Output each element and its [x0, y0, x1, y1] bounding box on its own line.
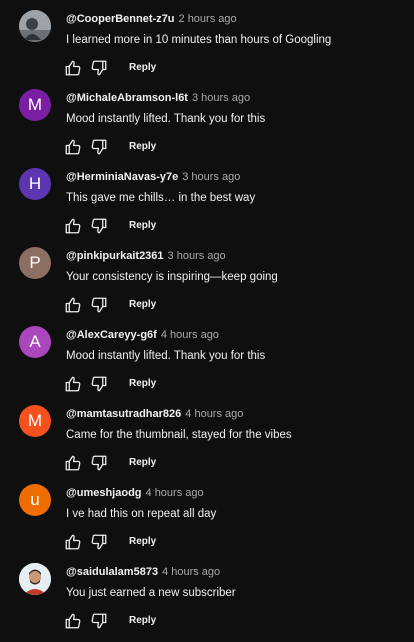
comment-time[interactable]: 3 hours ago	[182, 171, 240, 183]
comment-item: P @pinkipurkait2361 3 hours ago Your consis…	[0, 247, 414, 326]
reply-button[interactable]: Reply	[129, 457, 156, 468]
comment-item: H @HerminiaNavas-y7e 3 hours ago This gave …	[0, 168, 414, 247]
like-icon[interactable]	[62, 452, 84, 474]
comment-actions: Reply	[62, 452, 202, 474]
avatar-letter: M	[27, 411, 43, 430]
comment-meta: @MichaleAbramson-l6t 3 hours ago	[66, 91, 250, 105]
avatar-letter: H	[28, 174, 42, 193]
avatar-letter: u	[30, 490, 40, 509]
comment-time[interactable]: 3 hours ago	[168, 250, 226, 262]
comment-time[interactable]: 4 hours ago	[185, 408, 243, 420]
comment-item: @CooperBennet-z7u 2 hours ago I learned mo…	[0, 10, 414, 89]
comment-meta: @saidulalam5873 4 hours ago	[66, 565, 220, 579]
comment-meta: @mamtasutradhar826 4 hours ago	[66, 407, 243, 421]
comment-author[interactable]: @HerminiaNavas-y7e	[66, 171, 178, 183]
comment-time[interactable]: 4 hours ago	[161, 329, 219, 341]
avatar[interactable]: M	[19, 405, 51, 437]
like-icon[interactable]	[62, 531, 84, 553]
comment-item: @saidulalam5873 4 hours ago You just earne…	[0, 563, 414, 642]
like-icon[interactable]	[62, 215, 84, 237]
dislike-icon[interactable]	[88, 294, 110, 316]
comment-time[interactable]: 2 hours ago	[179, 13, 237, 25]
comment-actions: Reply	[62, 294, 202, 316]
comment-meta: @pinkipurkait2361 3 hours ago	[66, 249, 226, 263]
dislike-icon[interactable]	[88, 452, 110, 474]
comment-author[interactable]: @pinkipurkait2361	[66, 250, 164, 262]
comment-text: You just earned a new subscriber	[66, 587, 236, 599]
reply-button[interactable]: Reply	[129, 615, 156, 626]
like-icon[interactable]	[62, 294, 84, 316]
dislike-icon[interactable]	[88, 610, 110, 632]
avatar[interactable]	[19, 563, 51, 595]
avatar-letter: P	[29, 253, 41, 272]
avatar[interactable]	[19, 10, 51, 42]
reply-button[interactable]: Reply	[129, 141, 156, 152]
comment-author[interactable]: @MichaleAbramson-l6t	[66, 92, 188, 104]
comment-text: I learned more in 10 minutes than hours …	[66, 34, 332, 46]
comment-meta: @AlexCareyy-g6f 4 hours ago	[66, 328, 219, 342]
dislike-icon[interactable]	[88, 136, 110, 158]
like-icon[interactable]	[62, 136, 84, 158]
dislike-icon[interactable]	[88, 215, 110, 237]
avatar-letter: M	[27, 95, 43, 114]
avatar[interactable]: M	[19, 89, 51, 121]
comment-time[interactable]: 4 hours ago	[146, 487, 204, 499]
comment-actions: Reply	[62, 136, 202, 158]
comment-author[interactable]: @umeshjaodg	[66, 487, 142, 499]
comment-author[interactable]: @saidulalam5873	[66, 566, 158, 578]
dislike-icon[interactable]	[88, 531, 110, 553]
reply-button[interactable]: Reply	[129, 299, 156, 310]
reply-button[interactable]: Reply	[129, 378, 156, 389]
comment-item: u @umeshjaodg 4 hours ago I ve had this on …	[0, 484, 414, 563]
comment-time[interactable]: 3 hours ago	[192, 92, 250, 104]
comment-text: This gave me chills… in the best way	[66, 192, 256, 204]
comment-item: M @MichaleAbramson-l6t 3 hours ago Mood ins…	[0, 89, 414, 168]
comment-meta: @CooperBennet-z7u 2 hours ago	[66, 12, 237, 26]
comment-meta: @umeshjaodg 4 hours ago	[66, 486, 204, 500]
comment-actions: Reply	[62, 57, 202, 79]
comment-author[interactable]: @mamtasutradhar826	[66, 408, 181, 420]
comment-author[interactable]: @AlexCareyy-g6f	[66, 329, 157, 341]
comment-item: M @mamtasutradhar826 4 hours ago Came for t…	[0, 405, 414, 484]
reply-button[interactable]: Reply	[129, 220, 156, 231]
dislike-icon[interactable]	[88, 57, 110, 79]
reply-button[interactable]: Reply	[129, 536, 156, 547]
avatar[interactable]: P	[19, 247, 51, 279]
comment-author[interactable]: @CooperBennet-z7u	[66, 13, 175, 25]
avatar[interactable]: H	[19, 168, 51, 200]
comment-text: Your consistency is inspiring—keep going	[66, 271, 278, 283]
comment-text: Mood instantly lifted. Thank you for thi…	[66, 350, 266, 362]
avatar[interactable]: u	[19, 484, 51, 516]
like-icon[interactable]	[62, 610, 84, 632]
comment-text: Came for the thumbnail, stayed for the v…	[66, 429, 292, 441]
like-icon[interactable]	[62, 373, 84, 395]
comment-actions: Reply	[62, 610, 202, 632]
comment-meta: @HerminiaNavas-y7e 3 hours ago	[66, 170, 240, 184]
comment-actions: Reply	[62, 373, 202, 395]
avatar-letter: A	[29, 332, 41, 351]
dislike-icon[interactable]	[88, 373, 110, 395]
comment-actions: Reply	[62, 531, 202, 553]
comment-text: Mood instantly lifted. Thank you for thi…	[66, 113, 266, 125]
comment-actions: Reply	[62, 215, 202, 237]
like-icon[interactable]	[62, 57, 84, 79]
avatar[interactable]: A	[19, 326, 51, 358]
comment-item: A @AlexCareyy-g6f 4 hours ago Mood instantl…	[0, 326, 414, 405]
reply-button[interactable]: Reply	[129, 62, 156, 73]
comment-text: I ve had this on repeat all day	[66, 508, 217, 520]
comment-time[interactable]: 4 hours ago	[162, 566, 220, 578]
